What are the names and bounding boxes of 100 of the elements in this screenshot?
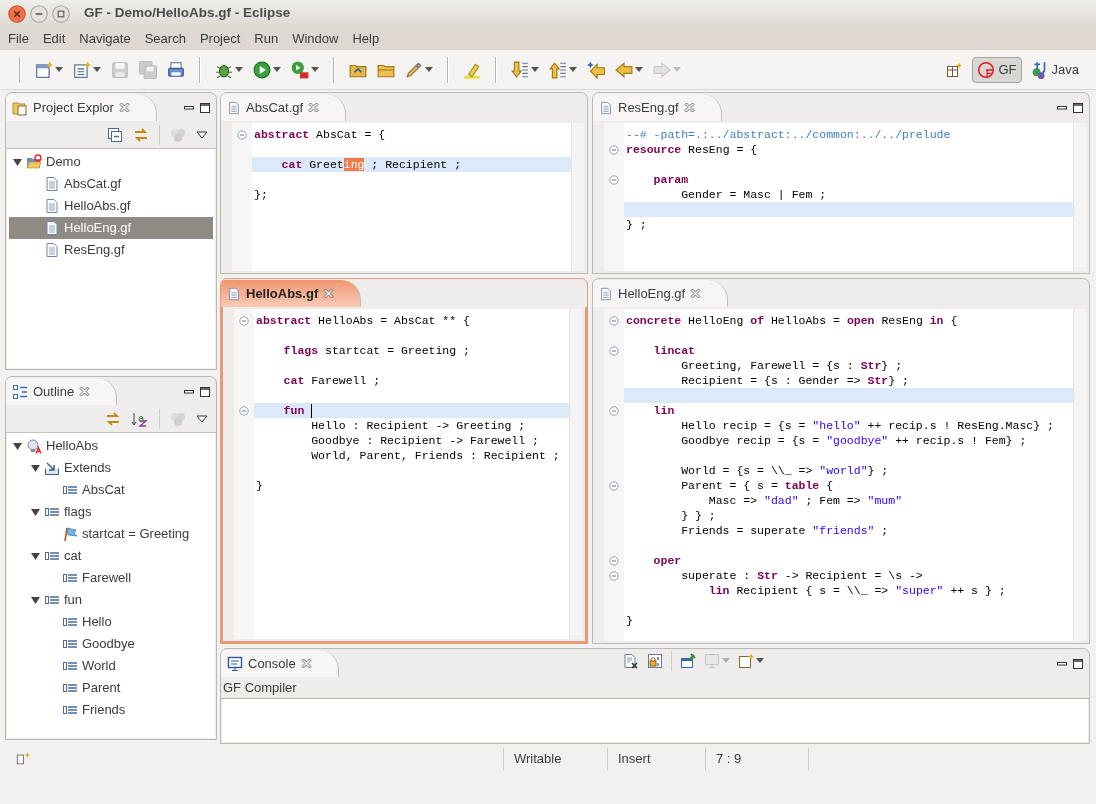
tree-item[interactable]: Friends — [82, 700, 126, 720]
print-icon[interactable] — [167, 60, 185, 79]
caret-icon[interactable] — [235, 65, 243, 74]
tree-item[interactable]: Extends — [64, 458, 111, 478]
editor-tab[interactable]: HelloEng.gf — [593, 280, 729, 307]
console-icon — [227, 655, 243, 672]
pen-icon[interactable] — [405, 60, 423, 79]
tree-item[interactable]: cat — [64, 546, 82, 566]
tree-item[interactable]: HelloAbs — [46, 436, 99, 456]
gf-logo-icon — [977, 60, 996, 79]
pin-icon[interactable] — [680, 653, 697, 669]
code-line: concrete HelloEng of HelloAbs = open ResEng in { — [626, 313, 958, 328]
code-line: World, Parent, Friends : Recipient ; — [310, 448, 560, 463]
new-document-icon[interactable] — [73, 60, 91, 79]
maximize-icon[interactable] — [200, 387, 210, 397]
caret-icon[interactable] — [273, 65, 281, 74]
disclosure-triangle-icon[interactable] — [13, 157, 22, 167]
menu-item[interactable]: Window — [285, 28, 346, 49]
scroll-lock-icon[interactable] — [647, 653, 664, 669]
code-line: abstract AbsCat = { — [254, 127, 386, 142]
code-line: Gender = Masc | Fem ; — [680, 187, 827, 202]
maximize-icon[interactable] — [200, 103, 210, 113]
tree-item[interactable]: World — [82, 656, 116, 676]
fast-view-icon[interactable] — [16, 752, 30, 766]
caret-icon[interactable] — [756, 657, 765, 665]
disclosure-triangle-icon[interactable] — [31, 463, 40, 473]
new-window-icon[interactable] — [35, 60, 53, 79]
tree-item[interactable]: AbsCat — [82, 480, 125, 500]
caret-icon[interactable] — [635, 65, 643, 74]
view-tab[interactable]: Outline — [6, 378, 118, 405]
tree-item[interactable]: Hello — [82, 612, 112, 632]
editor-tab[interactable]: HelloAbs.gf — [221, 280, 362, 307]
tree-item[interactable]: ResEng.gf — [64, 240, 125, 260]
menu-item[interactable]: Navigate — [72, 28, 138, 49]
back-arrow-icon[interactable] — [587, 60, 605, 79]
perspective-button[interactable]: GF — [972, 56, 1022, 83]
tree-item[interactable]: flags — [64, 502, 92, 522]
status-field: 7 : 9 — [716, 749, 742, 769]
tree-item[interactable]: fun — [64, 590, 83, 610]
caret-icon[interactable] — [55, 65, 63, 74]
up-arrow-icon[interactable] — [549, 60, 567, 79]
code-line: Hello : Recipient -> Greeting ; — [310, 418, 526, 433]
code-line: param — [652, 172, 689, 187]
window-title: GF - Demo/HelloAbs.gf - Eclipse — [84, 4, 291, 23]
disclosure-triangle-icon[interactable] — [13, 441, 22, 451]
file-icon — [44, 198, 60, 214]
menu-item[interactable]: Help — [345, 28, 387, 49]
maximize-icon[interactable] — [1073, 103, 1083, 113]
status-field: Writable — [514, 749, 562, 769]
close-icon[interactable] — [8, 4, 26, 23]
editor-tab[interactable]: AbsCat.gf — [221, 94, 347, 121]
tree-item[interactable]: startcat = Greeting — [82, 524, 190, 544]
tree-item[interactable]: HelloAbs.gf — [64, 196, 131, 216]
run-toolbox-icon[interactable] — [291, 60, 309, 79]
caret-icon[interactable] — [93, 65, 101, 74]
menu-item[interactable]: File — [1, 28, 36, 49]
tree-item[interactable]: Goodbye — [82, 634, 135, 654]
link-with-editor-icon[interactable] — [133, 126, 149, 143]
tree-item[interactable]: Farewell — [82, 568, 132, 588]
file-icon — [227, 99, 241, 116]
perspective-button[interactable]: Java — [1025, 56, 1084, 83]
caret-icon[interactable] — [311, 65, 319, 74]
tree-item[interactable]: Parent — [82, 678, 121, 698]
disclosure-triangle-icon[interactable] — [31, 551, 40, 561]
code-line: Friends = superate "friends" ; — [680, 523, 889, 538]
code-line: lin Recipient { s = \\_ => "super" ++ s } ; — [707, 583, 1006, 598]
caret-icon[interactable] — [531, 65, 539, 74]
view-tab[interactable]: Console — [221, 650, 339, 677]
sort-icon[interactable] — [131, 410, 149, 427]
menu-item[interactable]: Run — [247, 28, 286, 49]
menu-item[interactable]: Search — [137, 28, 193, 49]
caret-icon[interactable] — [569, 65, 577, 74]
run-icon[interactable] — [253, 60, 271, 79]
outline-icon — [12, 383, 28, 400]
clear-console-icon[interactable] — [623, 653, 640, 669]
code-line: superate : Str -> Recipient = \s -> — [680, 568, 923, 583]
view-menu-icon[interactable] — [196, 413, 208, 424]
back-arrow-icon[interactable] — [615, 60, 633, 79]
new-console-icon[interactable] — [738, 653, 755, 669]
collapse-all-icon[interactable] — [107, 126, 123, 143]
tree-item[interactable]: AbsCat.gf — [64, 174, 122, 194]
view-menu-icon[interactable] — [196, 129, 208, 140]
file-icon — [44, 220, 60, 236]
down-arrow-icon[interactable] — [511, 60, 529, 79]
file-icon — [44, 242, 60, 258]
code-line: oper — [652, 553, 682, 568]
menu-item[interactable]: Edit — [35, 28, 73, 49]
new-table-icon[interactable] — [946, 61, 963, 78]
tree-item[interactable]: Demo — [46, 152, 81, 172]
view-tab[interactable]: Project Explor — [6, 94, 157, 121]
caret-icon[interactable] — [425, 65, 433, 74]
disclosure-triangle-icon[interactable] — [31, 507, 40, 517]
code-line: Hello recip = {s = "hello" ++ recip.s ! ResEng.Masc} ; — [680, 418, 1054, 433]
code-line: Greeting, Farewell = {s : Str} ; — [680, 358, 903, 373]
menu-item[interactable]: Project — [192, 28, 248, 49]
link-with-editor-icon[interactable] — [105, 410, 121, 427]
editor-tab[interactable]: ResEng.gf — [593, 94, 722, 121]
maximize-icon[interactable] — [1073, 659, 1083, 669]
disclosure-triangle-icon[interactable] — [31, 595, 40, 605]
code-line: flags startcat = Greeting ; — [282, 343, 470, 358]
